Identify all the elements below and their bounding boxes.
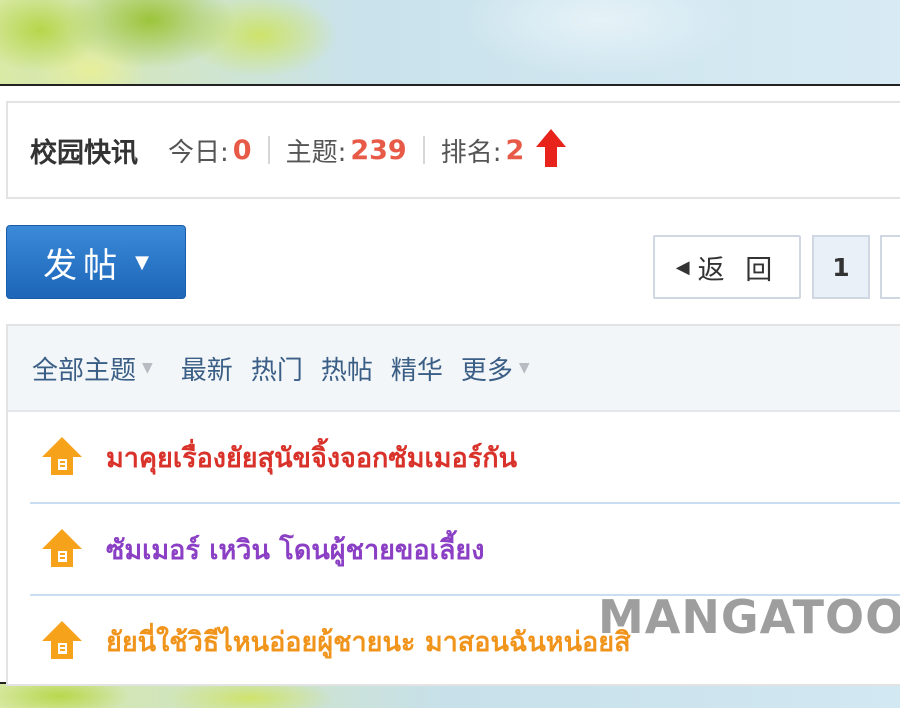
thread-title[interactable]: มาคุยเรื่องยัยสุนัขจิ้งจอกซัมเมอร์กัน (106, 436, 517, 479)
filter-label: 热帖 (320, 355, 373, 386)
stat-today-label: 今日: (168, 137, 229, 168)
filter-all-topics[interactable]: 全部主题 ▼ (32, 350, 153, 387)
filter-label: 全部主题 (32, 355, 137, 386)
chevron-down-icon: ▼ (135, 251, 149, 273)
background-foliage-top (0, 0, 900, 86)
back-button[interactable]: ◀ 返 回 (653, 235, 801, 299)
stat-today-value: 0 (232, 134, 252, 166)
stat-topics-value: 239 (350, 134, 407, 166)
stat-divider (422, 136, 425, 164)
filter-label: 最新 (180, 355, 233, 386)
filter-label: 热门 (250, 355, 303, 386)
thread-row[interactable]: ซัมเมอร์ เหวิน โดนผู้ชายขอเลี้ยง (30, 504, 900, 596)
stat-rank-value: 2 (505, 134, 525, 166)
new-post-button[interactable]: 发帖 ▼ (6, 225, 186, 299)
mangatoon-watermark: MANGATOON (598, 590, 900, 644)
thread-row[interactable]: มาคุยเรื่องยัยสุนัขจิ้งจอกซัมเมอร์กัน (30, 412, 900, 504)
page-button-current[interactable]: 1 (812, 235, 870, 299)
new-post-label: 发帖 (43, 245, 124, 286)
triangle-left-icon: ◀ (675, 256, 690, 278)
filter-more[interactable]: 更多 ▼ (461, 350, 530, 387)
back-label: 返 回 (697, 254, 779, 286)
stat-topics-label: 主题: (285, 137, 347, 168)
filter-hot-posts[interactable]: 热帖 (321, 350, 373, 387)
thread-title[interactable]: ซัมเมอร์ เหวิน โดนผู้ชายขอเลี้ยง (106, 528, 484, 571)
chevron-down-icon: ▼ (518, 360, 530, 376)
filter-featured[interactable]: 精华 (391, 350, 443, 387)
background-foliage-bottom (0, 684, 900, 708)
chevron-down-icon: ▼ (142, 360, 153, 376)
filter-bar: 全部主题 ▼ 最新 热门 热帖 精华 更多 ▼ (8, 326, 900, 412)
filter-label: 更多 (460, 355, 513, 386)
filter-label: 精华 (390, 355, 443, 386)
stat-divider (267, 136, 270, 164)
stat-rank-label: 排名: (440, 137, 502, 168)
filter-latest[interactable]: 最新 (181, 350, 233, 387)
up-arrow-badge-icon (40, 527, 84, 571)
page-button-next[interactable] (880, 235, 900, 299)
rank-up-arrow-icon (536, 129, 567, 171)
up-arrow-badge-icon (40, 619, 84, 663)
forum-name: 校园快讯 (30, 137, 138, 169)
filter-popular[interactable]: 热门 (251, 350, 303, 387)
up-arrow-badge-icon (40, 435, 84, 479)
thread-title[interactable]: ยัยนี่ใช้วิธีไหนอ่อยผู้ชายนะ มาสอนฉันหน่… (106, 620, 631, 663)
forum-header: 校园快讯 今日: 0 主题: 239 排名: 2 (6, 101, 900, 199)
